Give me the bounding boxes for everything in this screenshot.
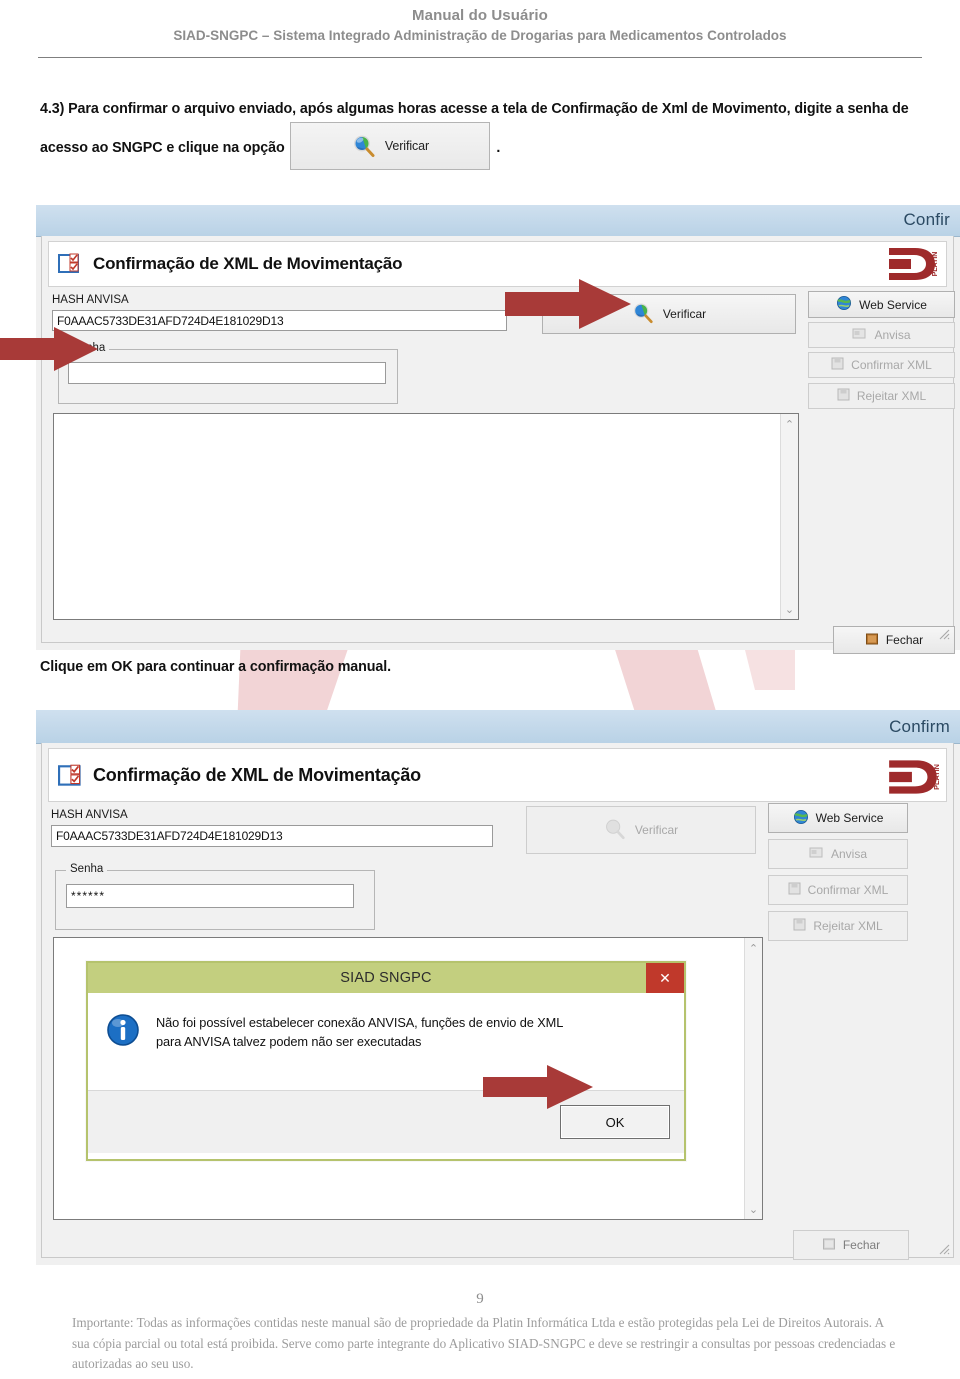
checklist-icon xyxy=(58,252,84,276)
textarea-scrollbar-2[interactable]: ⌃ ⌄ xyxy=(744,938,762,1219)
fechar-button-2[interactable]: Fechar xyxy=(793,1230,909,1260)
globe-icon xyxy=(836,295,852,314)
door-icon xyxy=(865,632,879,649)
scroll-down-icon[interactable]: ⌄ xyxy=(745,1201,762,1217)
fechar-label-2: Fechar xyxy=(842,1238,881,1252)
window-title-1: Confir xyxy=(903,210,950,229)
web-service-button-2[interactable]: Web Service xyxy=(768,803,908,833)
siad-sngpc-dialog: SIAD SNGPC ✕ Não foi possível estabelece… xyxy=(86,961,686,1161)
hash-label-2: HASH ANVISA xyxy=(51,809,128,821)
window-titlebar-1: Confir xyxy=(36,205,960,237)
confirmar-xml-label-1: Confirmar XML xyxy=(851,358,932,372)
disk-icon xyxy=(837,388,850,404)
window-title-2: Confirm xyxy=(889,717,950,736)
step-4-3-period: . xyxy=(496,139,501,156)
svg-text:PLATIN: PLATIN xyxy=(932,252,939,277)
senha-label-2: Senha xyxy=(66,863,108,875)
anvisa-button-1[interactable]: Anvisa xyxy=(808,322,955,348)
inline-verificar-label: Verificar xyxy=(384,139,430,153)
disk-icon xyxy=(788,882,801,898)
dialog-message-line2: para ANVISA talvez podem não ser executa… xyxy=(156,1034,422,1049)
form-header-1: Confirmação de XML de Movimentação PLATI… xyxy=(48,241,947,287)
verificar-label-2: Verificar xyxy=(634,823,679,837)
web-service-label-1: Web Service xyxy=(859,297,927,312)
globe-icon xyxy=(793,809,809,828)
rejeitar-xml-label-1: Rejeitar XML xyxy=(856,389,927,403)
anvisa-label-2: Anvisa xyxy=(830,847,868,861)
anvisa-icon xyxy=(852,327,867,344)
web-service-button-1[interactable]: Web Service xyxy=(808,291,955,318)
form-title-1: Confirmação de XML de Movimentação xyxy=(93,254,403,273)
senha-input-2[interactable]: ****** xyxy=(66,884,354,908)
dialog-message: Não foi possível estabelecer conexão ANV… xyxy=(156,1013,563,1051)
info-icon xyxy=(106,1013,140,1047)
window-client-2: Confirmação de XML de Movimentação PLATI… xyxy=(41,743,954,1260)
hash-input-2[interactable]: F0AAAC5733DE31AFD724D4E181029D13 xyxy=(51,825,493,847)
platin-logo-1: PLATIN xyxy=(885,244,941,284)
annotation-arrow-senha xyxy=(0,325,100,378)
door-icon xyxy=(822,1237,836,1254)
ok-instruction-paragraph: Clique em OK para continuar a confirmaçã… xyxy=(40,659,392,675)
svg-text:PLATIN: PLATIN xyxy=(932,764,941,790)
scroll-down-icon[interactable]: ⌄ xyxy=(781,601,798,617)
scroll-up-icon[interactable]: ⌃ xyxy=(745,940,762,956)
dialog-titlebar: SIAD SNGPC ✕ xyxy=(88,963,684,993)
dialog-message-line1: Não foi possível estabelecer conexão ANV… xyxy=(156,1015,564,1030)
window-titlebar-2: Confirm xyxy=(36,710,960,744)
confirmar-xml-label-2: Confirmar XML xyxy=(807,883,889,897)
form-header-2: Confirmação de XML de Movimentação PLATI… xyxy=(48,748,947,802)
checklist-icon xyxy=(58,763,84,787)
form-title-2: Confirmação de XML de Movimentação xyxy=(93,764,421,785)
close-icon[interactable]: ✕ xyxy=(646,963,684,993)
disk-icon xyxy=(793,918,806,934)
confirmar-xml-button-2[interactable]: Confirmar XML xyxy=(768,875,908,905)
verificar-label-1: Verificar xyxy=(662,307,707,321)
screenshot-confirmacao-xml-2: Confirm Confirmação de XML de Movimentaç… xyxy=(36,710,960,1265)
hash-label-1: HASH ANVISA xyxy=(52,294,129,306)
screenshot-confirmacao-xml-1: Confir Confirmação de XML de Movimentaçã… xyxy=(36,205,960,654)
verificar-button-2[interactable]: Verificar xyxy=(526,806,756,854)
manual-subtitle: SIAD-SNGPC – Sistema Integrado Administr… xyxy=(173,28,787,43)
scroll-up-icon[interactable]: ⌃ xyxy=(781,416,798,432)
header-divider xyxy=(38,57,922,58)
senha-input-1[interactable] xyxy=(68,362,386,384)
rejeitar-xml-button-1[interactable]: Rejeitar XML xyxy=(808,383,955,409)
fechar-label-1: Fechar xyxy=(885,633,924,647)
disk-icon xyxy=(831,357,844,373)
footer-notice: Importante: Todas as informações contida… xyxy=(72,1315,896,1371)
dialog-title: SIAD SNGPC xyxy=(340,970,432,986)
magnifier-icon xyxy=(632,302,656,326)
magnifier-icon xyxy=(352,134,376,158)
magnifier-icon xyxy=(604,818,628,842)
anvisa-icon xyxy=(809,846,824,863)
rejeitar-xml-label-2: Rejeitar XML xyxy=(813,919,883,933)
web-service-label-2: Web Service xyxy=(815,811,884,825)
annotation-arrow-ok xyxy=(483,1063,595,1116)
document-header: Manual do Usuário SIAD-SNGPC – Sistema I… xyxy=(0,0,960,58)
resize-grip-2[interactable] xyxy=(936,1241,950,1255)
confirmar-xml-button-1[interactable]: Confirmar XML xyxy=(808,352,955,378)
manual-title: Manual do Usuário xyxy=(412,7,548,24)
log-textarea-1[interactable]: ⌃ ⌄ xyxy=(53,413,799,620)
window-client-1: Confirmação de XML de Movimentação PLATI… xyxy=(41,236,955,654)
step-4-3-paragraph: 4.3) Para confirmar o arquivo enviado, a… xyxy=(40,94,940,172)
annotation-arrow-verificar xyxy=(505,277,633,337)
textarea-scrollbar-1[interactable]: ⌃ ⌄ xyxy=(780,414,798,619)
log-textarea-2[interactable]: ⌃ ⌄ SIAD SNGPC ✕ Não foi possível estabe… xyxy=(53,937,763,1220)
platin-logo-2: PLATIN xyxy=(885,755,941,795)
anvisa-label-1: Anvisa xyxy=(874,328,911,342)
hash-input-1[interactable]: F0AAAC5733DE31AFD724D4E181029D13 xyxy=(52,310,507,331)
resize-grip-1[interactable] xyxy=(936,626,950,640)
anvisa-button-2[interactable]: Anvisa xyxy=(768,839,908,869)
page-number: 9 xyxy=(476,1291,484,1307)
rejeitar-xml-button-2[interactable]: Rejeitar XML xyxy=(768,911,908,941)
inline-verificar-button[interactable]: Verificar xyxy=(290,122,491,170)
